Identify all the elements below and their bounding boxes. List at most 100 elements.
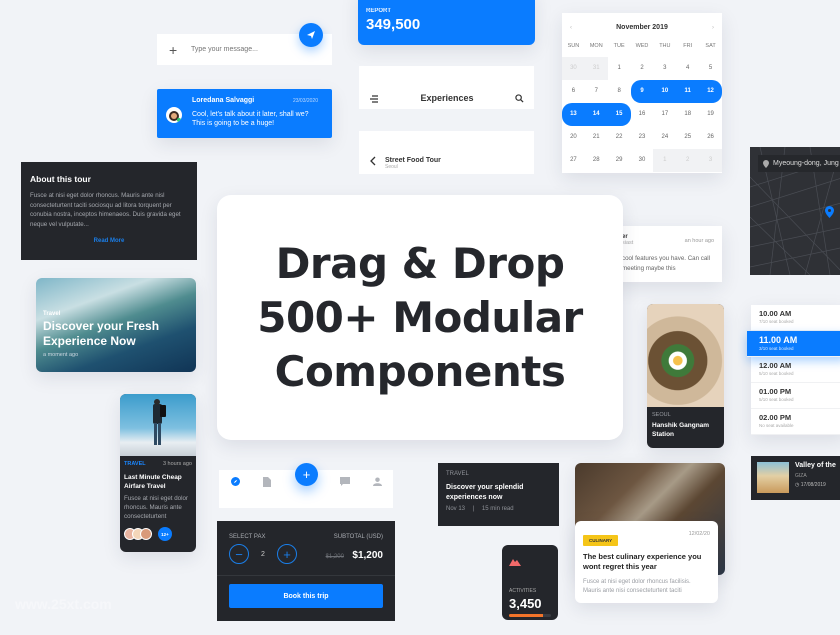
calendar-day[interactable]: 1 xyxy=(608,57,631,80)
calendar-day[interactable]: 14 xyxy=(584,103,608,126)
calendar-day[interactable]: 30 xyxy=(562,57,585,80)
book-trip-button[interactable]: Book this trip xyxy=(229,584,383,608)
tab-documents[interactable] xyxy=(259,477,275,491)
calendar-day[interactable]: 2 xyxy=(631,57,654,80)
avatar xyxy=(166,107,182,123)
chat-message-card[interactable]: Loredana Salvaggi 23/03/2020 Cool, let's… xyxy=(157,89,332,138)
calendar-day[interactable]: 1 xyxy=(653,149,677,172)
calendar-day[interactable]: 28 xyxy=(585,149,608,172)
travel-article-card[interactable]: TRAVEL Discover your splendid experience… xyxy=(438,463,559,526)
calendar-day[interactable]: 22 xyxy=(608,126,631,149)
calendar-day[interactable]: 27 xyxy=(562,149,585,172)
card-tag: TRAVEL xyxy=(446,471,469,477)
increment-button[interactable]: + xyxy=(277,544,297,564)
calendar-day[interactable]: 6 xyxy=(562,80,585,103)
culinary-card[interactable]: CULINARY 12/02/20 The best culinary expe… xyxy=(575,521,718,603)
about-title: About this tour xyxy=(30,174,91,184)
add-button[interactable]: + xyxy=(295,463,318,486)
search-icon[interactable] xyxy=(515,94,524,103)
plus-icon[interactable]: + xyxy=(169,42,185,58)
calendar-day[interactable]: 19 xyxy=(699,103,722,126)
tab-messages[interactable] xyxy=(337,477,353,491)
calendar-day[interactable]: 21 xyxy=(585,126,608,149)
calendar-day[interactable]: 3 xyxy=(699,149,722,172)
back-icon[interactable] xyxy=(369,156,377,166)
hero-line-3: Components xyxy=(274,346,566,396)
card-title: Discover your Fresh Experience Now xyxy=(43,319,160,348)
calendar-day[interactable]: 7 xyxy=(585,80,608,103)
calendar-day[interactable]: 5 xyxy=(699,57,722,80)
report-value: 349,500 xyxy=(366,16,421,33)
giza-image xyxy=(757,462,789,493)
calendar-day[interactable]: 17 xyxy=(653,103,676,126)
calendar-day[interactable]: 24 xyxy=(653,126,676,149)
mountain-icon xyxy=(509,559,521,566)
calendar-day[interactable]: 20 xyxy=(562,126,585,149)
time-slot[interactable]: 10.00 AM 7/10 seat booked xyxy=(751,305,840,331)
calendar-day[interactable]: 12 xyxy=(699,80,722,103)
time-slot[interactable]: 02.00 PM No seat available xyxy=(751,409,840,435)
calendar-day[interactable]: 3 xyxy=(653,57,676,80)
experiences-header: Experiences xyxy=(359,66,534,109)
card-time: a moment ago xyxy=(43,352,79,358)
paper-plane-icon xyxy=(307,31,315,39)
slot-time: 10.00 AM xyxy=(759,309,792,318)
message-input[interactable] xyxy=(191,46,311,53)
calendar-day[interactable]: 26 xyxy=(699,126,722,149)
read-more-link[interactable]: Read More xyxy=(30,238,188,244)
calendar-day[interactable]: 9 xyxy=(630,80,654,103)
progress-fill xyxy=(509,614,544,617)
calendar-day[interactable]: 31 xyxy=(584,57,608,80)
prev-month-button[interactable]: ‹ xyxy=(570,25,572,31)
next-month-button[interactable]: › xyxy=(712,25,714,31)
map-marker-icon[interactable] xyxy=(825,206,834,218)
decrement-button[interactable]: − xyxy=(229,544,249,564)
calendar-day[interactable]: 8 xyxy=(608,80,631,103)
calendar-day[interactable]: 2 xyxy=(676,149,700,172)
pin-icon xyxy=(763,159,769,168)
calendar-day[interactable]: 11 xyxy=(676,80,700,103)
hero-line-2: 500+ Modular xyxy=(257,292,583,342)
slot-status: 7/10 seat booked xyxy=(759,319,794,324)
calendar-day[interactable]: 10 xyxy=(653,80,677,103)
restaurant-card[interactable]: SEOUL Hanshik Gangnam Station xyxy=(647,304,724,448)
weekday-label: SUN xyxy=(567,43,580,49)
more-avatars-badge[interactable]: 12+ xyxy=(158,527,172,541)
time-slot[interactable]: 11.00 AM 3/10 seat booked xyxy=(747,331,840,357)
last-minute-card[interactable]: TRAVEL 3 hours ago Last Minute Cheap Air… xyxy=(120,394,196,552)
trip-card[interactable]: Valley of the GIZA ◷ 17/08/2019 xyxy=(751,456,840,500)
calendar-day[interactable]: 15 xyxy=(607,103,631,126)
time-slot[interactable]: 12.00 AM 5/10 seat booked xyxy=(751,357,840,383)
calendar-day[interactable]: 25 xyxy=(676,126,699,149)
slot-status: 5/10 seat booked xyxy=(759,397,794,402)
document-icon xyxy=(263,477,271,487)
trip-city: GIZA xyxy=(795,473,807,479)
send-button[interactable] xyxy=(299,23,323,47)
hiker-image xyxy=(120,394,196,456)
tab-profile[interactable] xyxy=(369,477,385,491)
map-card[interactable]: Myeoung-dong, Jung xyxy=(750,147,840,275)
calendar-day[interactable]: 23 xyxy=(631,126,654,149)
map-location-bar: Myeoung-dong, Jung xyxy=(758,155,840,172)
calendar-day[interactable]: 18 xyxy=(676,103,699,126)
time-slot[interactable]: 01.00 PM 5/10 seat booked xyxy=(751,383,840,409)
trip-title: Valley of the xyxy=(795,462,836,469)
slot-status: 3/10 seat booked xyxy=(759,346,794,351)
slot-status: 5/10 seat booked xyxy=(759,371,794,376)
report-card: REPORT 349,500 xyxy=(358,0,535,45)
old-price: $1,200 xyxy=(325,554,344,560)
calendar-day[interactable]: 30 xyxy=(631,149,654,172)
page-title: Experiences xyxy=(420,93,474,103)
avatar xyxy=(140,528,152,540)
restaurant-name: Hanshik Gangnam Station xyxy=(652,422,710,438)
tab-explore[interactable] xyxy=(227,477,243,491)
menu-icon[interactable] xyxy=(369,95,379,103)
card-tag: TRAVEL xyxy=(124,461,146,467)
calendar-day[interactable]: 4 xyxy=(676,57,699,80)
travel-fresh-card[interactable]: Travel Discover your Fresh Experience No… xyxy=(36,278,196,372)
separator: | xyxy=(472,506,475,512)
calendar-day[interactable]: 13 xyxy=(562,103,585,126)
calendar-day[interactable]: 29 xyxy=(608,149,631,172)
activities-label: ACTIVITIES xyxy=(509,588,537,594)
calendar-day[interactable]: 16 xyxy=(631,103,654,126)
